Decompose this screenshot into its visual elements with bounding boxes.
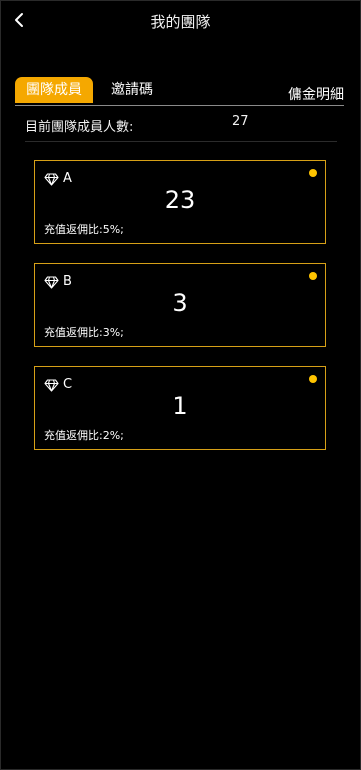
level-member-count: 3 xyxy=(172,289,188,317)
level-card-c[interactable]: C 1 充值返佣比:2%; xyxy=(34,366,326,450)
member-count-label: 目前團隊成員人數: xyxy=(25,120,134,135)
level-card-b[interactable]: B 3 充值返佣比:3%; xyxy=(34,263,326,347)
diamond-icon xyxy=(44,275,59,289)
recharge-rebate-rate: 充值返佣比:3%; xyxy=(44,326,124,339)
page-title: 我的團隊 xyxy=(150,13,211,31)
diamond-icon xyxy=(44,172,59,186)
commission-details-link[interactable]: 傭金明細 xyxy=(288,85,344,105)
member-count-row: 目前團隊成員人數: 27 xyxy=(25,113,337,142)
team-page: 我的團隊 團隊成員 邀請碼 傭金明細 目前團隊成員人數: 27 A 23 充值返… xyxy=(0,0,361,770)
header: 我的團隊 xyxy=(1,1,360,39)
tab-invite-code[interactable]: 邀請碼 xyxy=(107,77,157,103)
status-dot xyxy=(309,169,317,177)
level-card-a[interactable]: A 23 充值返佣比:5%; xyxy=(34,160,326,244)
status-dot xyxy=(309,272,317,280)
recharge-rebate-rate: 充值返佣比:2%; xyxy=(44,429,124,442)
diamond-icon xyxy=(44,378,59,392)
tab-team-members[interactable]: 團隊成員 xyxy=(15,77,93,103)
recharge-rebate-rate: 充值返佣比:5%; xyxy=(44,223,124,236)
status-dot xyxy=(309,375,317,383)
level-member-count: 23 xyxy=(164,186,196,214)
level-member-count: 1 xyxy=(172,392,188,420)
member-count-value: 27 xyxy=(232,114,249,129)
tab-bar: 團隊成員 邀請碼 傭金明細 xyxy=(15,77,344,106)
